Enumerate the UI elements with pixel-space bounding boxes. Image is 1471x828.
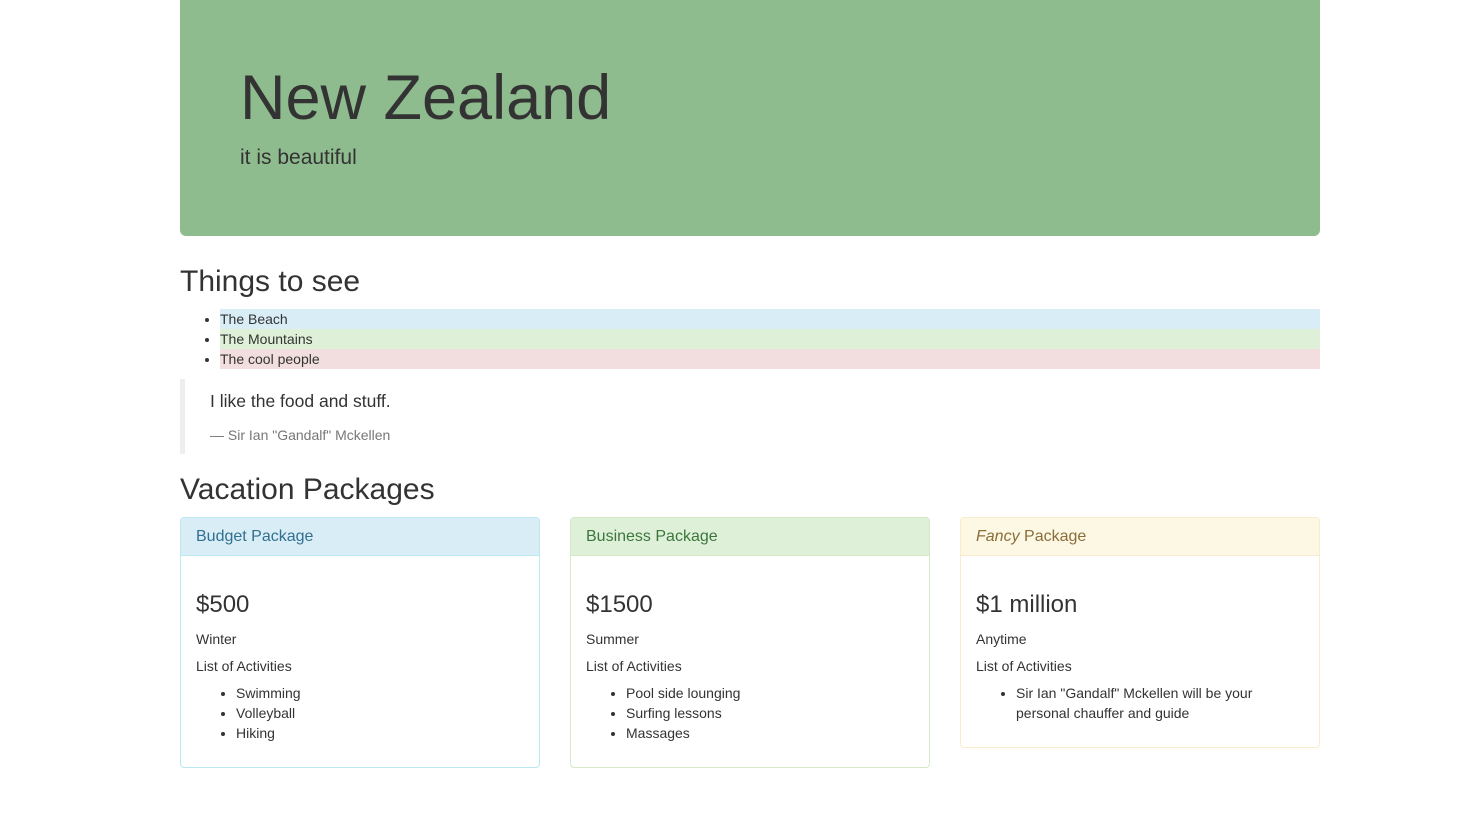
activity-item: Volleyball (236, 703, 524, 723)
activities-label: List of Activities (976, 658, 1072, 674)
list-item-label: The Beach (220, 309, 1320, 329)
activity-item: Hiking (236, 723, 524, 743)
quote-author: — Sir Ian "Gandalf" Mckellen (210, 427, 391, 443)
vacation-packages-heading: Vacation Packages (180, 473, 435, 506)
panel-heading: Fancy Package (961, 518, 1319, 556)
activity-item: Pool side lounging (626, 683, 914, 703)
package-season: Winter (196, 631, 237, 647)
panel-heading-emphasis: Fancy (976, 528, 1020, 545)
package-season: Summer (586, 631, 639, 647)
activity-item: Massages (626, 723, 914, 743)
package-price: $500 (196, 591, 250, 618)
budget-package-panel: Budget Package $500 Winter List of Activ… (180, 517, 540, 768)
hero-title: New Zealand (240, 63, 612, 133)
package-price: $1500 (586, 591, 653, 618)
package-season: Anytime (976, 631, 1027, 647)
things-to-see-list: The Beach The Mountains The cool people (180, 309, 1320, 369)
list-item: The cool people (220, 349, 1320, 369)
main-container: New Zealand it is beautiful Things to se… (180, 0, 1320, 768)
list-item: The Mountains (220, 329, 1320, 349)
panel-heading-rest: Package (1019, 528, 1087, 545)
hero-banner: New Zealand it is beautiful (180, 0, 1320, 236)
panel-heading: Business Package (571, 518, 929, 556)
panel-heading: Budget Package (181, 518, 539, 556)
activities-label: List of Activities (196, 658, 292, 674)
quote-text: I like the food and stuff. (210, 391, 391, 411)
list-item: The Beach (220, 309, 1320, 329)
activities-list: Pool side lounging Surfing lessons Massa… (586, 683, 914, 743)
hero-subtitle: it is beautiful (240, 146, 357, 169)
activity-item: Swimming (236, 683, 524, 703)
list-item-label: The Mountains (220, 329, 1320, 349)
package-price: $1 million (976, 591, 1078, 618)
activity-item: Surfing lessons (626, 703, 914, 723)
activity-item: Sir Ian "Gandalf" Mckellen will be your … (1016, 683, 1304, 723)
panel-body: $1 million Anytime List of Activities Si… (961, 556, 1319, 738)
activities-list: Swimming Volleyball Hiking (196, 683, 524, 743)
activities-list: Sir Ian "Gandalf" Mckellen will be your … (976, 683, 1304, 723)
fancy-package-panel: Fancy Package $1 million Anytime List of… (960, 517, 1320, 748)
things-to-see-heading: Things to see (180, 265, 361, 298)
quote-block: I like the food and stuff. — Sir Ian "Ga… (180, 379, 1320, 454)
business-package-panel: Business Package $1500 Summer List of Ac… (570, 517, 930, 768)
panel-body: $500 Winter List of Activities Swimming … (181, 556, 539, 758)
panel-body: $1500 Summer List of Activities Pool sid… (571, 556, 929, 758)
activities-label: List of Activities (586, 658, 682, 674)
list-item-label: The cool people (220, 349, 1320, 369)
